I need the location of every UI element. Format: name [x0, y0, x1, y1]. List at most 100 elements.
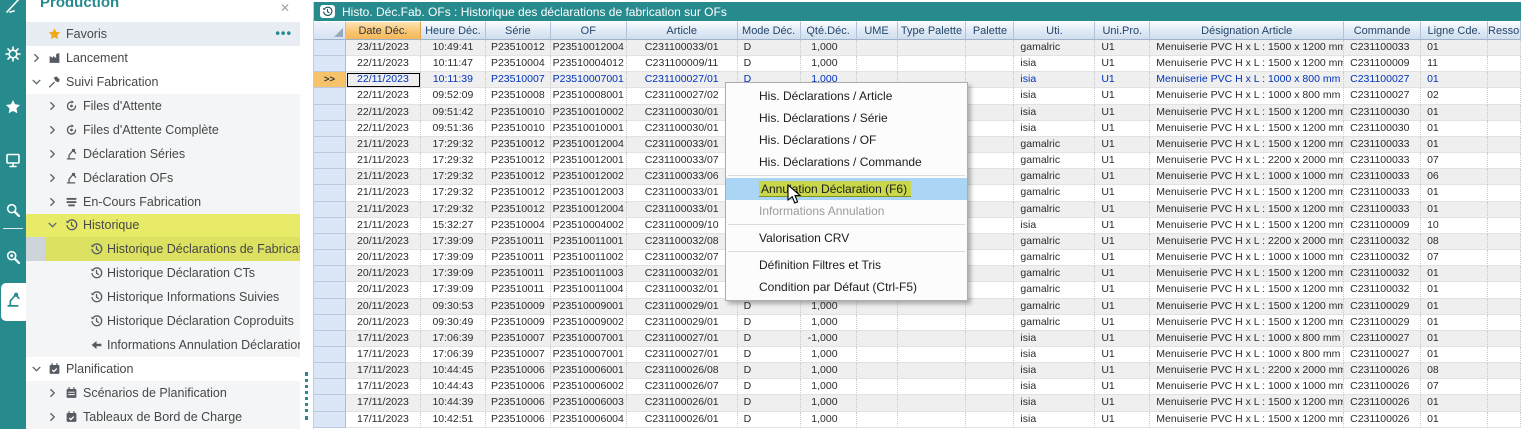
table-cell-qte-dec[interactable]: 1,000	[801, 347, 857, 363]
table-cell-of[interactable]: P23510007001	[551, 72, 627, 88]
table-cell-palette[interactable]	[966, 137, 1014, 153]
table-cell-ressource[interactable]	[1488, 202, 1521, 218]
table-cell-serie[interactable]: P23510004	[486, 56, 551, 72]
table-cell-uni-pro[interactable]: U1	[1095, 395, 1150, 411]
table-cell-ressource[interactable]	[1488, 105, 1521, 121]
table-cell-article[interactable]: C231100009/11	[627, 56, 738, 72]
table-cell-uti[interactable]: gamalric	[1014, 315, 1095, 331]
table-cell-ligne-cde[interactable]: 08	[1421, 363, 1488, 379]
table-cell-ligne-cde[interactable]: 01	[1421, 202, 1488, 218]
table-cell-ressource[interactable]	[1488, 315, 1521, 331]
table-cell-mode-dec[interactable]: D	[738, 395, 801, 411]
more-options-icon[interactable]: •••	[275, 25, 292, 40]
table-cell-heure-dec[interactable]: 10:44:43	[421, 379, 486, 395]
table-cell-of[interactable]: P23510008001	[551, 88, 627, 104]
table-cell-mode-dec[interactable]: D	[738, 412, 801, 428]
menu-item-valorisation-crv[interactable]: Valorisation CRV	[726, 227, 967, 249]
table-cell-designation-article[interactable]: Menuiserie PVC H x L : 1500 x 1200 mm	[1150, 218, 1344, 234]
table-cell-designation-article[interactable]: Menuiserie PVC H x L : 1000 x 800 mm	[1150, 347, 1344, 363]
table-cell-article[interactable]: C231100009/10	[627, 218, 738, 234]
table-cell-of[interactable]: P23510009001	[551, 299, 627, 315]
table-cell-commande[interactable]: C231100026	[1344, 412, 1421, 428]
table-cell-of[interactable]: P23510012002	[551, 169, 627, 185]
table-cell-palette[interactable]	[966, 347, 1014, 363]
row-header-cell[interactable]	[314, 234, 346, 250]
table-cell-ligne-cde[interactable]: 01	[1421, 331, 1488, 347]
sidebar-item-suivi-fabrication[interactable]: Suivi Fabrication	[26, 70, 300, 94]
table-cell-article[interactable]: C231100029/01	[627, 315, 738, 331]
table-cell-heure-dec[interactable]: 17:29:32	[421, 169, 486, 185]
table-cell-ume[interactable]	[857, 347, 898, 363]
table-cell-heure-dec[interactable]: 17:39:09	[421, 266, 486, 282]
table-cell-ressource[interactable]	[1488, 218, 1521, 234]
table-cell-serie[interactable]: P23510011	[486, 250, 551, 266]
table-cell-type-palette[interactable]	[898, 315, 967, 331]
table-cell-ressource[interactable]	[1488, 234, 1521, 250]
menu-item-his-declarations-article[interactable]: His. Déclarations / Article	[726, 85, 967, 107]
table-cell-date-dec[interactable]: 17/11/2023	[346, 412, 421, 428]
select-all-corner-cell[interactable]	[314, 21, 346, 40]
table-cell-mode-dec[interactable]: D	[738, 379, 801, 395]
table-cell-ligne-cde[interactable]: 07	[1421, 250, 1488, 266]
table-cell-qte-dec[interactable]: 1,000	[801, 56, 857, 72]
table-cell-ressource[interactable]	[1488, 40, 1521, 56]
table-cell-of[interactable]: P23510012004	[551, 137, 627, 153]
table-cell-heure-dec[interactable]: 17:29:32	[421, 153, 486, 169]
table-cell-ligne-cde[interactable]: 06	[1421, 169, 1488, 185]
table-cell-qte-dec[interactable]: 1,000	[801, 395, 857, 411]
table-row[interactable]: 20/11/202309:30:49P23510009P23510009002C…	[314, 315, 1521, 331]
sidebar-item-declaration-ofs[interactable]: Déclaration OFs	[26, 166, 300, 190]
row-header-cell[interactable]	[314, 202, 346, 218]
table-cell-ume[interactable]	[857, 56, 898, 72]
table-cell-palette[interactable]	[966, 412, 1014, 428]
table-cell-date-dec[interactable]: 21/11/2023	[346, 218, 421, 234]
table-cell-designation-article[interactable]: Menuiserie PVC H x L : 1500 x 1200 mm	[1150, 105, 1344, 121]
table-cell-palette[interactable]	[966, 218, 1014, 234]
table-cell-ligne-cde[interactable]: 01	[1421, 299, 1488, 315]
table-cell-mode-dec[interactable]: D	[738, 315, 801, 331]
table-cell-palette[interactable]	[966, 315, 1014, 331]
table-cell-article[interactable]: C231100026/08	[627, 363, 738, 379]
table-cell-article[interactable]: C231100033/01	[627, 202, 738, 218]
table-cell-palette[interactable]	[966, 121, 1014, 137]
table-cell-heure-dec[interactable]: 09:30:53	[421, 299, 486, 315]
table-cell-date-dec[interactable]: 21/11/2023	[346, 202, 421, 218]
table-cell-heure-dec[interactable]: 10:44:45	[421, 363, 486, 379]
table-cell-uti[interactable]: gamalric	[1014, 40, 1095, 56]
rail-item-declaration-active[interactable]	[1, 283, 26, 321]
table-cell-palette[interactable]	[966, 234, 1014, 250]
table-cell-palette[interactable]	[966, 299, 1014, 315]
table-cell-palette[interactable]	[966, 395, 1014, 411]
table-cell-heure-dec[interactable]: 10:42:51	[421, 412, 486, 428]
table-cell-heure-dec[interactable]: 10:11:47	[421, 56, 486, 72]
table-row[interactable]: 17/11/202317:06:39P23510007P23510007001C…	[314, 331, 1521, 347]
table-cell-uti[interactable]: isia	[1014, 72, 1095, 88]
table-cell-uti[interactable]: gamalric	[1014, 266, 1095, 282]
sidebar-item-planification[interactable]: Planification	[26, 357, 300, 381]
sidebar-item-informations-annulation-declaration[interactable]: Informations Annulation Déclaration	[26, 333, 300, 357]
table-cell-ressource[interactable]	[1488, 185, 1521, 201]
column-header-ligne-cde[interactable]: Ligne Cde.	[1421, 21, 1488, 40]
column-header-designation-article[interactable]: Désignation Article	[1150, 21, 1344, 40]
table-cell-uti[interactable]: isia	[1014, 121, 1095, 137]
close-icon[interactable]: ✕	[280, 1, 290, 15]
table-cell-heure-dec[interactable]: 17:06:39	[421, 347, 486, 363]
table-cell-palette[interactable]	[966, 88, 1014, 104]
sidebar-item-historique-informations-suivies[interactable]: Historique Informations Suivies	[26, 285, 300, 309]
table-cell-type-palette[interactable]	[898, 331, 967, 347]
table-cell-designation-article[interactable]: Menuiserie PVC H x L : 1500 x 1200 mm	[1150, 315, 1344, 331]
table-cell-uti[interactable]: gamalric	[1014, 169, 1095, 185]
table-cell-uti[interactable]: gamalric	[1014, 250, 1095, 266]
table-cell-commande[interactable]: C231100033	[1344, 185, 1421, 201]
table-cell-heure-dec[interactable]: 09:52:09	[421, 88, 486, 104]
rail-item-monitor[interactable]	[0, 150, 26, 174]
table-cell-uni-pro[interactable]: U1	[1095, 331, 1150, 347]
table-cell-uti[interactable]: isia	[1014, 395, 1095, 411]
row-header-cell[interactable]	[314, 40, 346, 56]
table-cell-uni-pro[interactable]: U1	[1095, 347, 1150, 363]
table-cell-serie[interactable]: P23510012	[486, 169, 551, 185]
chevron-right-icon[interactable]	[48, 197, 57, 206]
table-cell-ume[interactable]	[857, 40, 898, 56]
menu-item-his-declarations-commande[interactable]: His. Déclarations / Commande	[726, 151, 967, 173]
table-cell-palette[interactable]	[966, 282, 1014, 298]
